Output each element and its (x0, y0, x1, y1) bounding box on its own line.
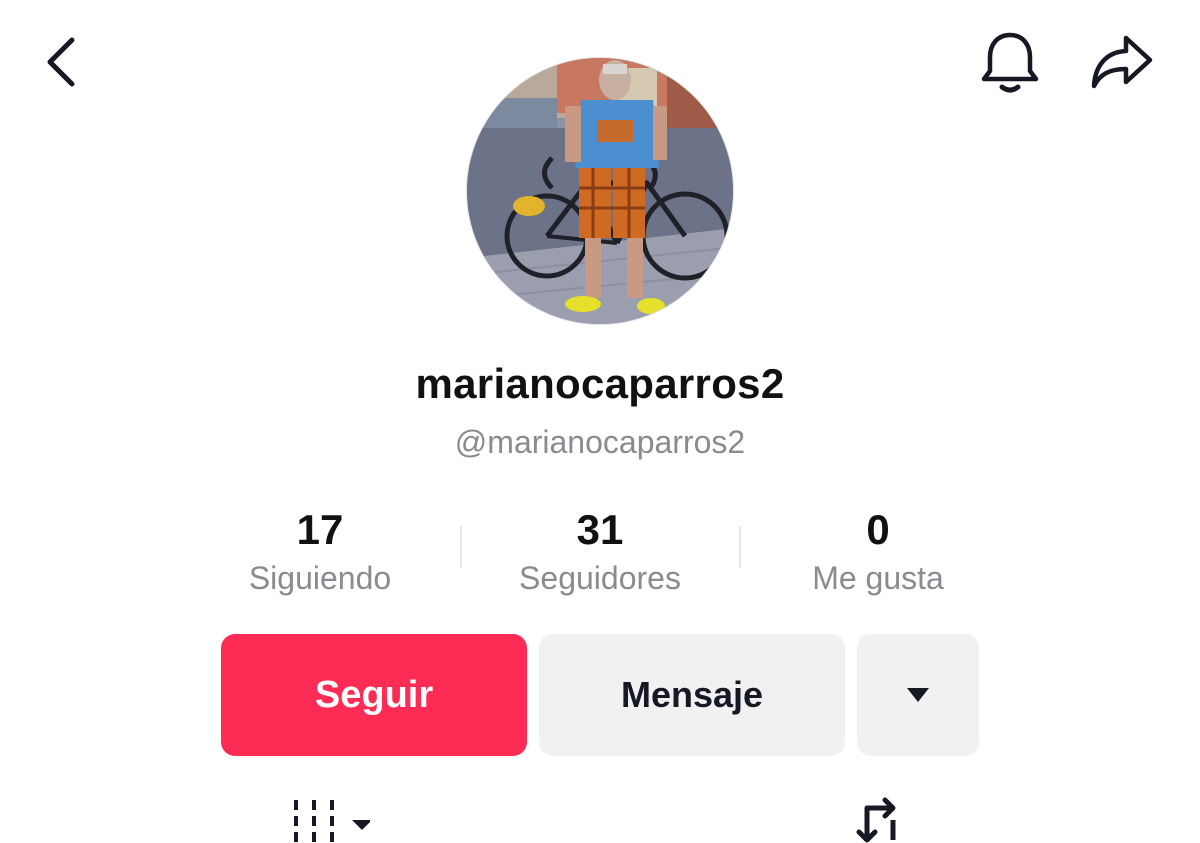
repost-icon (856, 797, 896, 843)
tab-videos[interactable] (270, 790, 380, 843)
stat-followers-label: Seguidores (519, 560, 681, 596)
share-button[interactable] (1082, 26, 1162, 98)
stat-following-value: 17 (296, 506, 344, 553)
profile-handle: @marianocaparros2 (454, 424, 746, 460)
grid-icon (294, 800, 370, 843)
share-arrow-icon (1091, 35, 1153, 89)
back-button[interactable] (30, 28, 94, 96)
stat-likes-label: Me gusta (812, 560, 944, 596)
stat-followers-value: 31 (576, 506, 624, 553)
bell-icon (981, 32, 1039, 93)
message-button[interactable]: Mensaje (539, 634, 845, 756)
stat-followers[interactable]: 31 Seguidores (480, 504, 720, 600)
stat-likes[interactable]: 0 Me gusta (758, 504, 998, 600)
caret-down-icon (907, 688, 929, 702)
stat-following[interactable]: 17 Siguiendo (200, 504, 440, 600)
stat-likes-value: 0 (866, 506, 890, 553)
stat-divider (739, 526, 741, 568)
profile-display-name: marianocaparros2 (415, 360, 785, 407)
tab-reposts[interactable] (830, 790, 930, 843)
follow-button[interactable]: Seguir (221, 634, 527, 756)
stat-divider (460, 526, 462, 568)
notification-button[interactable] (972, 26, 1048, 98)
avatar[interactable] (466, 57, 734, 325)
suggested-accounts-button[interactable] (857, 634, 979, 756)
chevron-left-icon (47, 37, 75, 87)
avatar-photo (467, 58, 733, 324)
stat-following-label: Siguiendo (248, 560, 392, 596)
